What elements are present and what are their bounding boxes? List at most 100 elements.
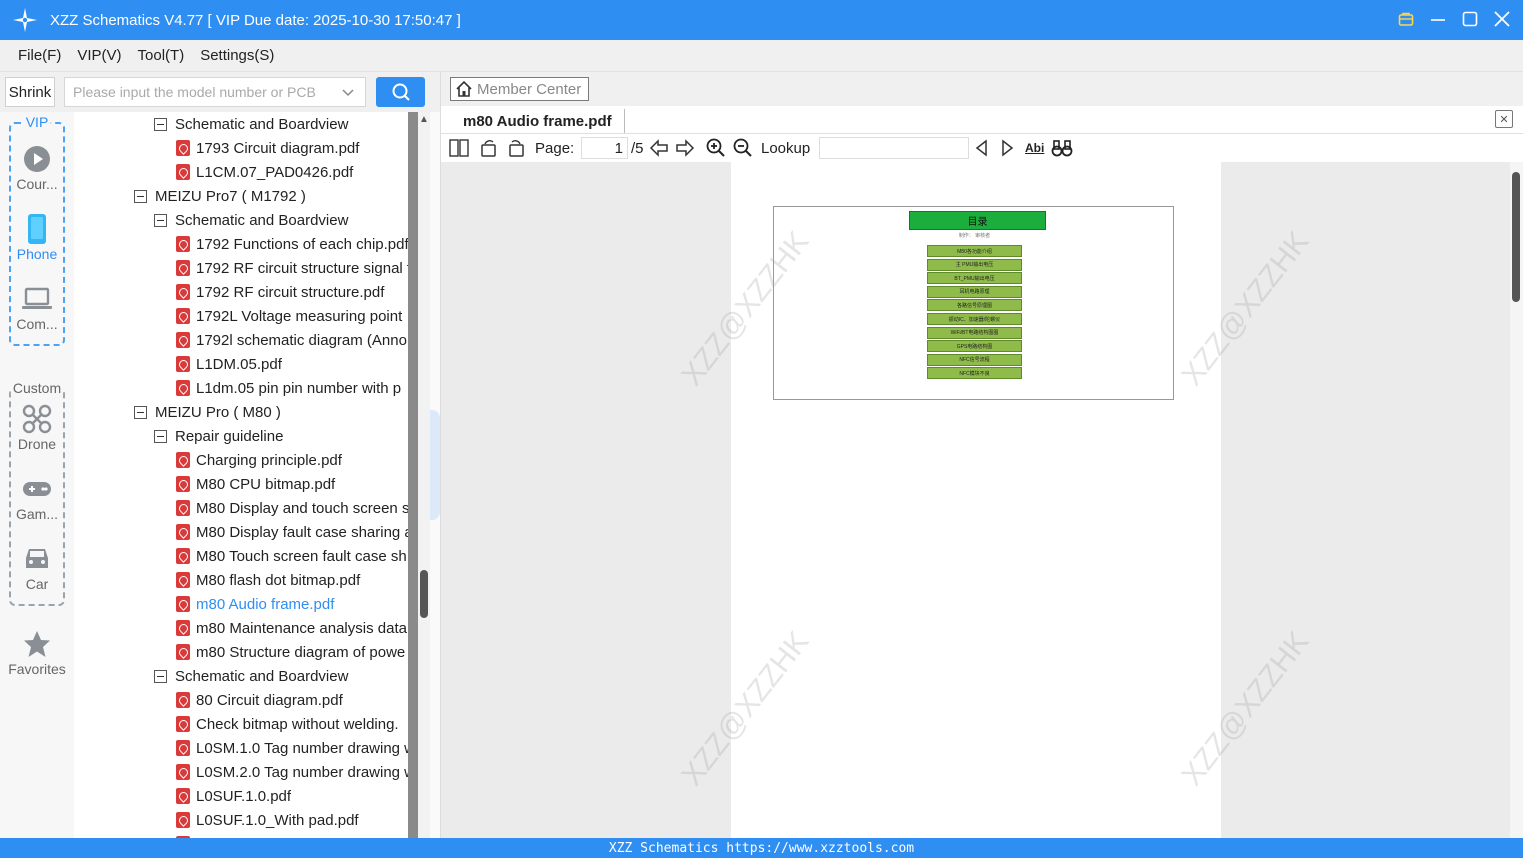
tree-file[interactable]: Charging principle.pdf (176, 448, 342, 472)
tree-file[interactable]: M80 flash dot bitmap.pdf (176, 568, 360, 592)
window-title: XZZ Schematics V4.77 [ VIP Due date: 202… (50, 11, 461, 29)
tree-scrollbar[interactable]: ▲ (418, 112, 430, 838)
menu-vip[interactable]: VIP(V) (77, 47, 121, 64)
tree-scrollbar-thumb[interactable] (420, 570, 428, 618)
tree-file[interactable]: L0SUF.1.0.pdf (176, 784, 291, 808)
pdf-file-icon (176, 644, 190, 660)
menu-tool[interactable]: Tool(T) (138, 47, 185, 64)
pdf-file-icon (176, 356, 190, 372)
tree-folder[interactable]: Schematic and Boardview (154, 664, 348, 688)
collapse-toggle-icon[interactable] (154, 213, 167, 227)
viewer-scrollbar-thumb[interactable] (1512, 172, 1520, 302)
pdf-file-icon (176, 260, 190, 276)
pdf-viewer[interactable]: 目录 制作： 审核者 M80各功能介绍主 PMU输出电压 BT_PMU输出电压 耳机… (440, 162, 1510, 838)
search-icon (392, 83, 410, 101)
tree-folder[interactable]: MEIZU Pro7 ( M1792 ) (134, 184, 306, 208)
collapse-toggle-icon[interactable] (154, 429, 167, 443)
find-next-icon[interactable] (1001, 138, 1015, 158)
rail-item-phone[interactable]: Phone (0, 212, 74, 262)
pdf-file-icon (176, 596, 190, 612)
tree-item-label: m80 Audio frame.pdf (196, 595, 335, 613)
match-case-button[interactable]: Abi (1025, 138, 1044, 158)
tree-file[interactable]: L1DM.05.pdf (176, 352, 282, 376)
viewer-toolbar: Page: 1 /5 Lookup Abi (440, 134, 1523, 162)
collapse-toggle-icon[interactable] (154, 669, 167, 683)
tree-file[interactable]: L0SM.2.0 Tag number drawing w (176, 760, 408, 784)
close-button[interactable] (1493, 8, 1511, 30)
tree-file[interactable]: M80 CPU bitmap.pdf (176, 472, 335, 496)
menu-settings[interactable]: Settings(S) (200, 47, 274, 64)
menu-bar: File(F) VIP(V) Tool(T) Settings(S) (0, 40, 1523, 72)
binoculars-icon[interactable] (1051, 138, 1073, 158)
member-center-button[interactable]: Member Center (450, 77, 589, 101)
tree-file[interactable]: m80 Audio frame.pdf (176, 592, 334, 616)
find-prev-icon[interactable] (974, 138, 988, 158)
tree-folder[interactable]: Repair guideline (154, 424, 283, 448)
tree-item-label: M80 Display and touch screen s (196, 499, 408, 517)
tree-file[interactable]: 1792 RF circuit structure.pdf (176, 280, 384, 304)
status-text: XZZ Schematics https://www.xzztools.com (608, 840, 915, 856)
tree-item-label: L0SUF.1.0.pdf (196, 787, 292, 805)
chevron-down-icon[interactable] (341, 85, 355, 99)
viewer-scrollbar[interactable] (1510, 162, 1523, 838)
menu-file[interactable]: File(F) (18, 47, 61, 64)
tree-file[interactable]: 1792l schematic diagram (Anno (176, 328, 407, 352)
rail-item-course[interactable]: Cour... (0, 142, 74, 192)
tree-file[interactable]: 1793 Circuit diagram.pdf (176, 136, 359, 160)
page-number-input[interactable]: 1 (581, 137, 628, 159)
collapse-toggle-icon[interactable] (134, 189, 147, 203)
page-total: /5 (631, 139, 644, 157)
tree-item-label: 1792 RF circuit structure.pdf (196, 283, 385, 301)
tree-file[interactable]: L1CM.07_PAD0426.pdf (176, 160, 353, 184)
rail-item-drone[interactable]: Drone (0, 402, 74, 452)
zoom-out-icon[interactable] (733, 138, 753, 158)
rotate-left-icon[interactable] (480, 138, 498, 158)
rotate-right-icon[interactable] (507, 138, 525, 158)
tree-folder[interactable]: Schematic and Boardview (154, 112, 348, 136)
tree-file[interactable]: 1792 RF circuit structure signal f (176, 256, 408, 280)
collapse-toggle-icon[interactable] (134, 405, 147, 419)
tree-file[interactable]: m80 Structure diagram of powe (176, 640, 405, 664)
next-page-icon[interactable] (675, 138, 695, 158)
minimize-button[interactable] (1429, 8, 1447, 30)
tree-file[interactable]: 80 Circuit diagram.pdf (176, 688, 343, 712)
lookup-label: Lookup (761, 139, 811, 157)
match-case-label: Abi (1025, 141, 1045, 155)
tree-file[interactable]: M80 Display and touch screen s (176, 496, 408, 520)
tree-file[interactable]: 1792 Functions of each chip.pdf (176, 232, 408, 256)
shrink-button[interactable]: Shrink (5, 77, 55, 107)
rail-item-favorites[interactable]: Favorites (0, 627, 74, 677)
tree-folder[interactable]: Schematic and Boardview (154, 208, 348, 232)
play-icon (24, 146, 50, 172)
panel-splitter[interactable] (430, 112, 440, 838)
rail-item-computer[interactable]: Com... (0, 282, 74, 332)
prev-page-icon[interactable] (649, 138, 669, 158)
rail-item-game[interactable]: Gam... (0, 472, 74, 522)
pdf-file-icon (176, 740, 190, 756)
collapse-handle[interactable] (430, 410, 440, 520)
zoom-in-icon[interactable] (706, 138, 726, 158)
tree-file[interactable]: L0SM.1.0 Tag number drawing w (176, 736, 408, 760)
tree-file[interactable]: L0SUF.1.0_With pad.pdf (176, 808, 359, 832)
close-tab-icon[interactable]: ✕ (1495, 110, 1513, 128)
rail-label-favorites: Favorites (8, 661, 66, 677)
maximize-button[interactable] (1461, 8, 1479, 30)
tree-file[interactable]: M80 Touch screen fault case sh (176, 544, 407, 568)
search-button[interactable] (376, 77, 425, 107)
tree-file[interactable]: M80 Display fault case sharing a (176, 520, 408, 544)
lookup-input[interactable] (819, 137, 969, 159)
tree-file[interactable]: Check bitmap without welding. (176, 712, 399, 736)
doc-toc-item: 耳机电路原理 (927, 285, 1022, 298)
tree-file[interactable]: m80 Maintenance analysis data (176, 616, 407, 640)
two-page-icon[interactable] (449, 138, 469, 158)
tree-folder[interactable]: MEIZU Pro ( M80 ) (134, 400, 281, 424)
scroll-up-icon[interactable]: ▲ (418, 114, 430, 125)
tab-m80-audio-frame[interactable]: m80 Audio frame.pdf (453, 109, 625, 133)
tree-file[interactable]: 1792L Voltage measuring point (176, 304, 402, 328)
vip-bag-icon[interactable] (1397, 8, 1415, 30)
phone-icon (28, 214, 46, 244)
search-input[interactable]: Please input the model number or PCB (64, 77, 366, 107)
tree-file[interactable]: L1dm.05 pin pin number with p (176, 376, 401, 400)
collapse-toggle-icon[interactable] (154, 117, 167, 131)
rail-item-car[interactable]: Car (0, 542, 74, 592)
